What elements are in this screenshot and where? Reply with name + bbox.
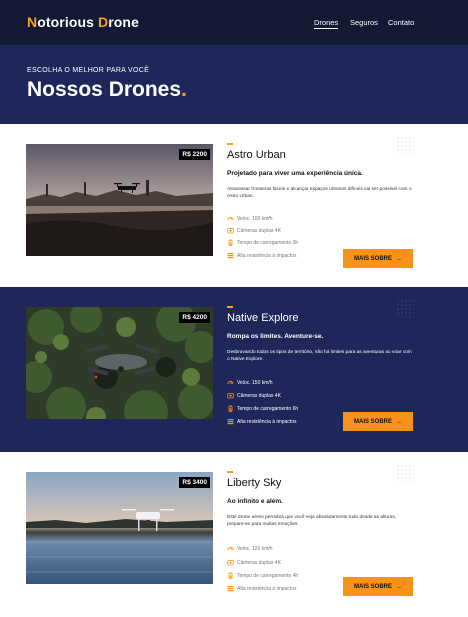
speed-icon xyxy=(227,215,234,222)
spec-resistance: Alta resistência à impactos xyxy=(227,585,296,592)
battery-icon xyxy=(227,572,234,579)
spec-speed-text: Veloc. 150 km/h xyxy=(237,379,273,386)
drone-card-native-explore: R$ 4200 Native Explore Rompa os limites.… xyxy=(0,287,468,452)
hero-banner: ESCOLHA O MELHOR PARA VOCÊ Nossos Drones… xyxy=(0,45,468,124)
dot-pattern-decoration xyxy=(396,464,414,482)
arrow-right-icon: → xyxy=(396,255,402,262)
spec-speed: Veloc. 120 km/h xyxy=(227,545,273,552)
arrow-right-icon: → xyxy=(396,583,402,590)
more-about-button[interactable]: MAIS SOBRE → xyxy=(343,577,413,596)
logo-initial-n: N xyxy=(27,14,38,30)
drone-tagline: Projetado para viver uma experiência úni… xyxy=(227,170,363,177)
dot-pattern-decoration xyxy=(396,136,414,154)
spec-camera-text: Câmeras duplas 4K xyxy=(237,559,281,566)
page-title-text: Nossos Drones xyxy=(27,78,182,101)
nav-link-drones[interactable]: Drones xyxy=(314,18,339,29)
hero-subtitle: ESCOLHA O MELHOR PARA VOCÊ xyxy=(27,67,150,74)
nav-link-seguros[interactable]: Seguros xyxy=(350,18,378,27)
drone-name: Native Explore xyxy=(227,312,299,324)
logo-word1: otorious xyxy=(37,14,99,30)
nav-link-contato[interactable]: Contato xyxy=(388,18,414,27)
more-about-button[interactable]: MAIS SOBRE → xyxy=(343,412,413,431)
drone-photo-astro-urban: R$ 2200 xyxy=(26,144,213,256)
drone-photo-native-explore: R$ 4200 xyxy=(26,307,213,419)
accent-bar xyxy=(227,306,233,308)
more-about-button[interactable]: MAIS SOBRE → xyxy=(343,249,413,268)
spec-battery: Tempo de carregamento 3h xyxy=(227,239,298,246)
spec-resistance: Alta resistência à impactos xyxy=(227,418,296,425)
drone-description: Atravessar fronteiras fáceis e alcançar … xyxy=(227,187,412,199)
camera-icon xyxy=(227,559,234,566)
drone-name: Astro Urban xyxy=(227,149,286,161)
drone-photo-liberty-sky: R$ 3400 xyxy=(26,472,213,584)
arrow-right-icon: → xyxy=(396,418,402,425)
title-dot: . xyxy=(181,78,187,101)
spec-camera: Câmeras duplas 4K xyxy=(227,392,281,399)
page-title: Nossos Drones. xyxy=(27,78,187,102)
spec-speed: Veloc. 150 km/h xyxy=(227,379,273,386)
accent-bar xyxy=(227,471,233,473)
button-label: MAIS SOBRE xyxy=(353,418,392,425)
spec-speed-text: Veloc. 120 km/h xyxy=(237,545,273,552)
logo-word2: rone xyxy=(108,14,139,30)
spec-resistance: Alta resistência à impactos xyxy=(227,252,296,259)
battery-icon xyxy=(227,405,234,412)
drone-tagline: Ao infinito e além. xyxy=(227,498,283,505)
spec-camera-text: Câmeras duplas 4K xyxy=(237,392,281,399)
drone-tagline: Rompa os limites. Aventure-se. xyxy=(227,333,324,340)
button-label: MAIS SOBRE xyxy=(353,255,392,262)
resistance-icon xyxy=(227,252,234,259)
spec-resistance-text: Alta resistência à impactos xyxy=(237,418,297,425)
spec-battery-text: Tempo de carregamento 6h xyxy=(237,405,299,412)
price-badge: R$ 2200 xyxy=(179,149,210,160)
resistance-icon xyxy=(227,585,234,592)
logo-initial-d: D xyxy=(98,14,109,30)
accent-bar xyxy=(227,143,233,145)
speed-icon xyxy=(227,545,234,552)
spec-camera: Câmeras duplas 4K xyxy=(227,227,281,234)
spec-speed: Veloc. 100 km/h xyxy=(227,215,273,222)
price-badge: R$ 3400 xyxy=(179,477,210,488)
drone-card-astro-urban: R$ 2200 Astro Urban Projetado para viver… xyxy=(0,124,468,289)
dot-pattern-decoration xyxy=(396,299,414,317)
drone-description: Este drone aéreo permitirá que você veja… xyxy=(227,515,397,527)
spec-battery-text: Tempo de carregamento 3h xyxy=(237,239,299,246)
spec-battery: Tempo de carregamento 6h xyxy=(227,405,298,412)
price-badge: R$ 4200 xyxy=(179,312,210,323)
camera-icon xyxy=(227,392,234,399)
battery-icon xyxy=(227,239,234,246)
spec-battery: Tempo de carregamento 4h xyxy=(227,572,298,579)
drone-name: Liberty Sky xyxy=(227,477,282,489)
site-logo[interactable]: Notorious Drone xyxy=(27,14,139,30)
spec-battery-text: Tempo de carregamento 4h xyxy=(237,572,299,579)
spec-resistance-text: Alta resistência à impactos xyxy=(237,585,297,592)
spec-speed-text: Veloc. 100 km/h xyxy=(237,215,273,222)
speed-icon xyxy=(227,379,234,386)
spec-resistance-text: Alta resistência à impactos xyxy=(237,252,297,259)
drone-card-liberty-sky: R$ 3400 Liberty Sky Ao infinito e além. … xyxy=(0,452,468,617)
camera-icon xyxy=(227,227,234,234)
drone-description: Desbravando todos os tipos de território… xyxy=(227,350,412,362)
spec-camera-text: Câmeras duplas 4K xyxy=(237,227,281,234)
button-label: MAIS SOBRE xyxy=(353,583,392,590)
top-navbar: Notorious Drone Drones Seguros Contato xyxy=(0,0,468,45)
spec-camera: Câmeras duplas 4K xyxy=(227,559,281,566)
resistance-icon xyxy=(227,418,234,425)
